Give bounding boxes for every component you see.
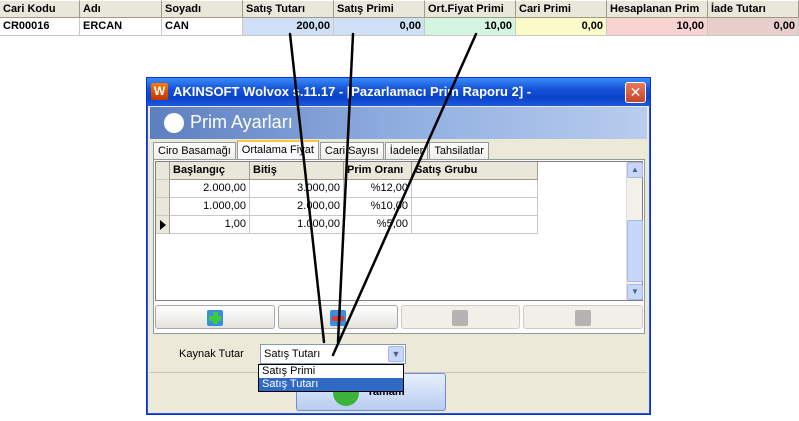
price-grid-header: Başlangıç Bitiş Prim Oranı Satış Grubu xyxy=(156,162,642,180)
settings-tabs: Ciro Basamağı Ortalama Fiyat Cari Sayısı İa… xyxy=(153,140,490,161)
table-cell[interactable]: 1.000,00 xyxy=(250,216,344,234)
minus-icon xyxy=(329,310,346,326)
table-cell[interactable]: 1,00 xyxy=(170,216,250,234)
kaynak-tutar-label: Kaynak Tutar xyxy=(179,348,244,360)
table-cell[interactable] xyxy=(412,180,538,198)
table-cell[interactable]: 0,00 xyxy=(516,18,607,36)
report-grid-header: Cari Kodu Adı Soyadı Satış Tutarı Satış Prim… xyxy=(0,0,799,18)
column-header[interactable]: Başlangıç xyxy=(170,162,250,180)
plus-icon xyxy=(206,310,223,326)
table-row[interactable]: 2.000,00 3.000,00 %12,00 xyxy=(156,180,642,198)
edit-icon xyxy=(452,310,469,326)
column-header[interactable]: İade Tutarı xyxy=(708,0,799,18)
section-banner: Prim Ayarları xyxy=(150,107,647,139)
column-header[interactable]: Ort.Fiyat Primi xyxy=(425,0,516,18)
table-cell[interactable]: 0,00 xyxy=(334,18,425,36)
table-cell[interactable]: %10,00 xyxy=(344,198,412,216)
dropdown-option[interactable]: Satış Primi xyxy=(259,365,403,378)
add-record-button[interactable] xyxy=(155,305,275,329)
table-cell[interactable]: 1.000,00 xyxy=(170,198,250,216)
delete-record-button[interactable] xyxy=(277,305,398,329)
window-title: AKINSOFT Wolvox s.11.17 - [Pazarlamacı P… xyxy=(173,84,532,99)
column-header[interactable]: Bitiş xyxy=(250,162,344,180)
current-row-arrow-icon xyxy=(160,220,166,230)
scroll-thumb[interactable] xyxy=(627,220,643,282)
table-cell[interactable]: 2.000,00 xyxy=(250,198,344,216)
table-cell[interactable]: ERCAN xyxy=(80,18,162,36)
table-row[interactable]: CR00016 ERCAN CAN 200,00 0,00 10,00 0,00 10,00 0… xyxy=(0,18,799,36)
column-header[interactable]: Prim Oranı xyxy=(344,162,412,180)
table-cell[interactable]: 200,00 xyxy=(243,18,334,36)
grid-action-buttons xyxy=(155,305,643,329)
column-header[interactable]: Satış Grubu xyxy=(412,162,538,180)
column-header[interactable]: Adı xyxy=(80,0,162,18)
table-cell[interactable]: CR00016 xyxy=(0,18,80,36)
table-row[interactable]: 1,00 1.000,00 %5,00 xyxy=(156,216,642,234)
banner-title: Prim Ayarları xyxy=(190,112,293,132)
column-header[interactable]: Satış Primi xyxy=(334,0,425,18)
table-cell[interactable]: 0,00 xyxy=(708,18,799,36)
tab-1[interactable]: Ortalama Fiyat xyxy=(236,140,319,161)
column-header[interactable]: Cari Primi xyxy=(516,0,607,18)
table-cell[interactable] xyxy=(412,216,538,234)
table-cell[interactable]: %12,00 xyxy=(344,180,412,198)
table-row[interactable]: 1.000,00 2.000,00 %10,00 xyxy=(156,198,642,216)
edit-record-button[interactable] xyxy=(400,305,521,329)
dropdown-option[interactable]: Satış Tutarı xyxy=(259,378,403,391)
table-cell[interactable]: CAN xyxy=(162,18,243,36)
chevron-down-icon[interactable]: ▼ xyxy=(388,346,404,362)
scroll-up-icon[interactable]: ▲ xyxy=(627,162,643,178)
table-cell[interactable]: 10,00 xyxy=(425,18,516,36)
row-indicator[interactable] xyxy=(156,180,170,198)
row-indicator[interactable] xyxy=(156,198,170,216)
table-cell[interactable] xyxy=(412,198,538,216)
arrow-right-icon xyxy=(575,310,592,326)
vertical-scrollbar[interactable]: ▲ ▼ xyxy=(626,162,643,300)
kaynak-tutar-select[interactable]: Satış Tutarı ▼ xyxy=(260,344,406,364)
table-cell[interactable]: 10,00 xyxy=(607,18,708,36)
close-button[interactable]: ✕ xyxy=(625,82,646,103)
row-indicator[interactable] xyxy=(156,216,170,234)
column-header[interactable]: Cari Kodu xyxy=(0,0,80,18)
commission-report-grid: Cari Kodu Adı Soyadı Satış Tutarı Satış Prim… xyxy=(0,0,799,36)
kaynak-tutar-dropdown-list: Satış Primi Satış Tutarı xyxy=(258,364,404,392)
column-header[interactable]: Soyadı xyxy=(162,0,243,18)
banner-circle-icon xyxy=(164,113,184,133)
price-grid-body: 2.000,00 3.000,00 %12,00 1.000,00 2.000,00 %1… xyxy=(156,180,642,234)
kaynak-tutar-value: Satış Tutarı xyxy=(264,348,321,360)
row-indicator-header xyxy=(156,162,170,180)
table-cell[interactable]: %5,00 xyxy=(344,216,412,234)
table-cell[interactable]: 3.000,00 xyxy=(250,180,344,198)
report-grid-body: CR00016 ERCAN CAN 200,00 0,00 10,00 0,00 10,00 0… xyxy=(0,18,799,36)
next-record-button[interactable] xyxy=(523,305,643,329)
price-range-grid: Başlangıç Bitiş Prim Oranı Satış Grubu 2.00… xyxy=(155,161,643,301)
window-titlebar[interactable]: W AKINSOFT Wolvox s.11.17 - [Pazarlamacı… xyxy=(147,78,650,106)
column-header[interactable]: Hesaplanan Prim xyxy=(607,0,708,18)
column-header[interactable]: Satış Tutarı xyxy=(243,0,334,18)
table-cell[interactable]: 2.000,00 xyxy=(170,180,250,198)
scroll-down-icon[interactable]: ▼ xyxy=(627,284,643,300)
app-logo-icon: W xyxy=(151,83,168,100)
tab-panel-ortalama-fiyat: Başlangıç Bitiş Prim Oranı Satış Grubu 2.00… xyxy=(153,159,645,334)
